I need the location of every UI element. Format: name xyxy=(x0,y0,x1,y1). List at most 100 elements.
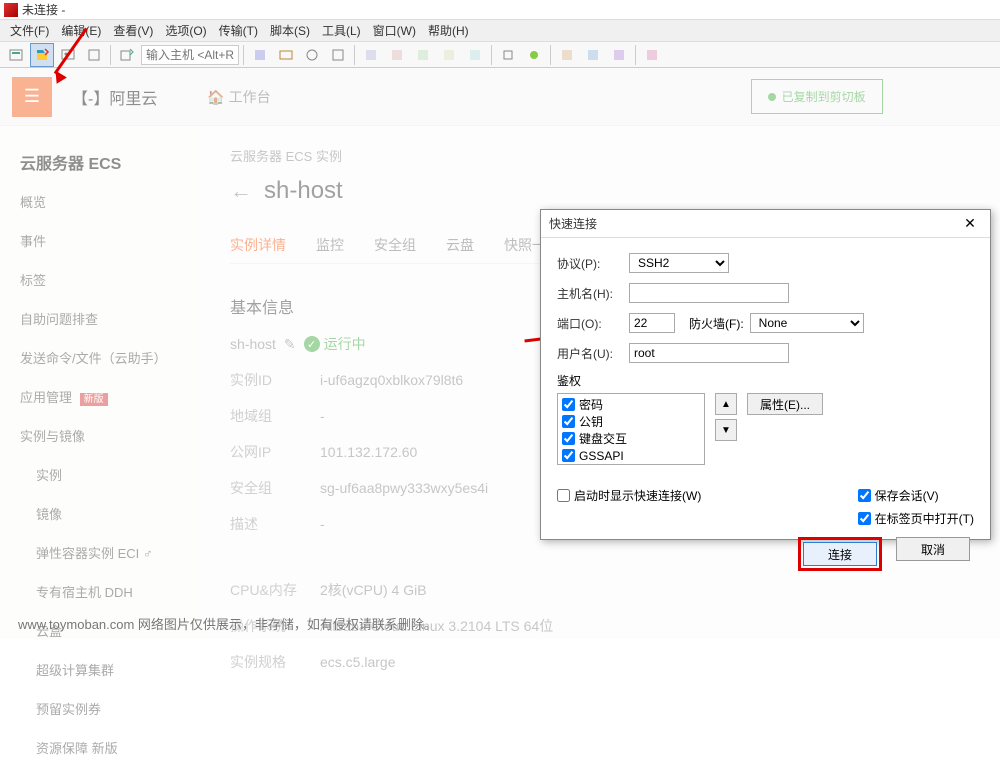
auth-methods-list[interactable]: 密码 公钥 键盘交互 GSSAPI xyxy=(557,393,705,465)
tb-separator-3 xyxy=(354,45,355,65)
move-up-button[interactable]: ▲ xyxy=(715,393,737,415)
tb-btn-7[interactable] xyxy=(274,43,298,67)
sidebar-item: 事件 xyxy=(0,221,200,260)
tb-separator-2 xyxy=(243,45,244,65)
tb-btn-10[interactable] xyxy=(359,43,383,67)
move-down-button[interactable]: ▼ xyxy=(715,419,737,441)
auth-check-gssapi[interactable] xyxy=(562,449,575,462)
sidebar-subitem: 预留实例券 xyxy=(0,689,200,728)
sidebar-subitem: 资源保障 新版 xyxy=(0,728,200,767)
auth-check-publickey[interactable] xyxy=(562,415,575,428)
user-label: 用户名(U): xyxy=(557,345,629,362)
menu-tools[interactable]: 工具(L) xyxy=(316,20,367,41)
connect-button[interactable]: 连接 xyxy=(803,542,877,566)
toolbar xyxy=(0,42,1000,68)
menu-script[interactable]: 脚本(S) xyxy=(264,20,316,41)
back-arrow-icon: ← xyxy=(230,178,252,204)
tb-quick-connect-button[interactable] xyxy=(30,43,54,67)
menu-edit[interactable]: 编辑(E) xyxy=(55,20,107,41)
workspace-label: 🏠 工作台 xyxy=(207,87,270,107)
sidebar-subitem: 实例 xyxy=(0,455,200,494)
firewall-label: 防火墙(F): xyxy=(689,315,744,332)
open-in-tab-checkbox[interactable] xyxy=(858,512,871,525)
tb-btn-3[interactable] xyxy=(56,43,80,67)
breadcrumb: 云服务器 ECS 实例 xyxy=(230,146,970,165)
sidebar-subitem: 弹性容器实例 ECI ♂ xyxy=(0,533,200,572)
tb-separator xyxy=(110,45,111,65)
tb-btn-19[interactable] xyxy=(607,43,631,67)
sidebar-group: 实例与镜像 xyxy=(0,416,200,455)
tb-btn-4[interactable] xyxy=(82,43,106,67)
tab: 云盘 xyxy=(446,235,474,255)
tab: 安全组 xyxy=(374,235,416,255)
tb-separator-6 xyxy=(635,45,636,65)
tb-separator-5 xyxy=(550,45,551,65)
hamburger-icon: ☰ xyxy=(12,77,52,117)
host-field[interactable] xyxy=(629,283,789,303)
tb-btn-18[interactable] xyxy=(581,43,605,67)
menu-view[interactable]: 查看(V) xyxy=(107,20,159,41)
auth-label: 鉴权 xyxy=(557,372,974,389)
dialog-title: 快速连接 xyxy=(549,215,958,232)
sidebar-header: 云服务器 ECS xyxy=(0,142,200,182)
save-session-checkbox[interactable] xyxy=(858,489,871,502)
menubar: 文件(F) 编辑(E) 查看(V) 选项(O) 传输(T) 脚本(S) 工具(L… xyxy=(0,20,1000,42)
host-label: 主机名(H): xyxy=(557,285,629,302)
sidebar-item: 应用管理 新版 xyxy=(0,377,200,416)
protocol-label: 协议(P): xyxy=(557,255,629,272)
close-icon[interactable]: ✕ xyxy=(958,214,982,234)
sidebar-subitem: 超级计算集群 xyxy=(0,650,200,689)
connect-highlight-box: 连接 xyxy=(798,537,882,571)
watermark-text: www.toymoban.com 网络图片仅供展示，非存储，如有侵权请联系删除。 xyxy=(18,614,437,633)
open-in-tab-label: 在标签页中打开(T) xyxy=(875,510,974,527)
sidebar-item: 自助问题排查 xyxy=(0,299,200,338)
tab: 实例详情 xyxy=(230,235,286,255)
window-title: 未连接 - xyxy=(22,1,65,18)
sidebar-item: 发送命令/文件（云助手） xyxy=(0,338,200,377)
dialog-titlebar: 快速连接 ✕ xyxy=(541,210,990,238)
tb-btn-1[interactable] xyxy=(4,43,28,67)
logo: 【-】阿里云 xyxy=(72,85,157,109)
port-field[interactable] xyxy=(629,313,675,333)
firewall-select[interactable]: None xyxy=(750,313,864,333)
show-on-start-checkbox[interactable] xyxy=(557,489,570,502)
tb-btn-14[interactable] xyxy=(463,43,487,67)
protocol-select[interactable]: SSH2 xyxy=(629,253,729,273)
auth-check-password[interactable] xyxy=(562,398,575,411)
tb-btn-8[interactable] xyxy=(300,43,324,67)
tb-btn-11[interactable] xyxy=(385,43,409,67)
sidebar: 云服务器 ECS 概览 事件 标签 自助问题排查 发送命令/文件（云助手） 应用… xyxy=(0,126,200,639)
auth-check-keyboard[interactable] xyxy=(562,432,575,445)
quick-connect-dialog: 快速连接 ✕ 协议(P): SSH2 主机名(H): 端口(O): 防火墙(F)… xyxy=(540,209,991,540)
save-session-label: 保存会话(V) xyxy=(875,487,939,504)
tab: 监控 xyxy=(316,235,344,255)
tb-separator-4 xyxy=(491,45,492,65)
port-label: 端口(O): xyxy=(557,315,629,332)
host-input[interactable] xyxy=(141,45,239,65)
menu-help[interactable]: 帮助(H) xyxy=(422,20,475,41)
sidebar-item: 概览 xyxy=(0,182,200,221)
tb-btn-16[interactable] xyxy=(522,43,546,67)
sidebar-item: 标签 xyxy=(0,260,200,299)
tb-btn-13[interactable] xyxy=(437,43,461,67)
cancel-button[interactable]: 取消 xyxy=(896,537,970,561)
menu-file[interactable]: 文件(F) xyxy=(4,20,55,41)
tb-btn-15[interactable] xyxy=(496,43,520,67)
tb-btn-12[interactable] xyxy=(411,43,435,67)
app-icon xyxy=(4,3,18,17)
sidebar-subitem: 专有宿主机 DDH xyxy=(0,572,200,611)
tb-btn-6[interactable] xyxy=(248,43,272,67)
menu-window[interactable]: 窗口(W) xyxy=(367,20,422,41)
copied-button: 已复制到剪切板 xyxy=(751,79,883,114)
menu-transfer[interactable]: 传输(T) xyxy=(213,20,264,41)
window-titlebar: 未连接 - xyxy=(0,0,1000,20)
tb-btn-20[interactable] xyxy=(640,43,664,67)
tb-btn-9[interactable] xyxy=(326,43,350,67)
page-title: sh-host xyxy=(264,177,343,205)
properties-button[interactable]: 属性(E)... xyxy=(747,393,823,415)
show-on-start-label: 启动时显示快速连接(W) xyxy=(574,487,701,504)
menu-options[interactable]: 选项(O) xyxy=(159,20,212,41)
tb-btn-5[interactable] xyxy=(115,43,139,67)
tb-btn-17[interactable] xyxy=(555,43,579,67)
user-field[interactable] xyxy=(629,343,789,363)
